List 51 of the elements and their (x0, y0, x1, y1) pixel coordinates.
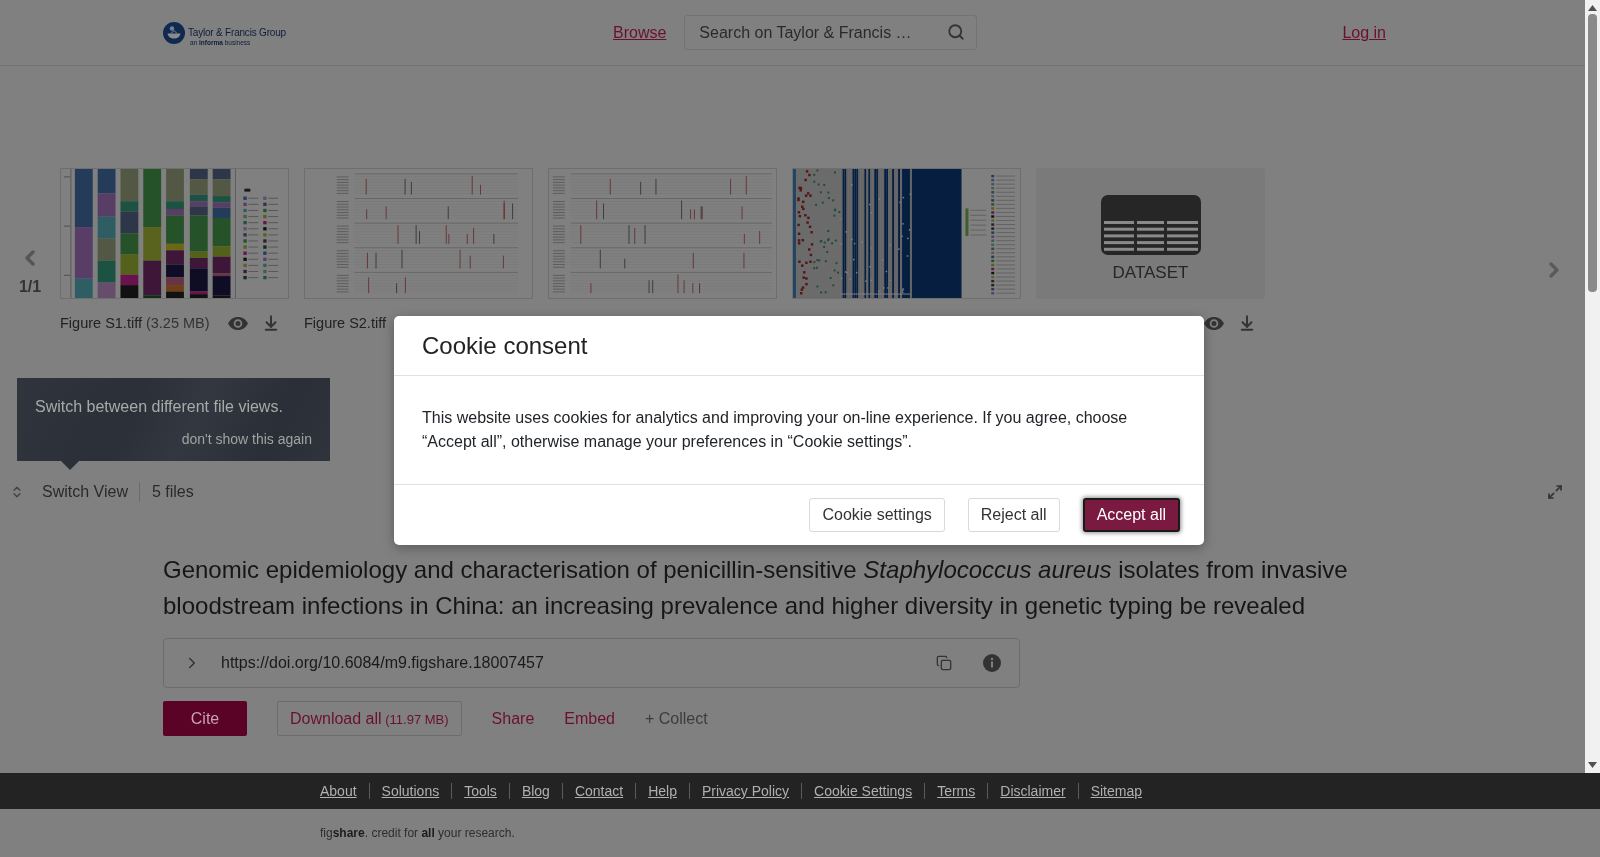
dialog-title: Cookie consent (422, 331, 588, 360)
copy-icon[interactable] (936, 655, 952, 671)
switch-view-button[interactable]: Switch View (42, 483, 128, 501)
file-name[interactable]: Figure S1.tiff (60, 315, 142, 331)
tooltip-text: Switch between different file views. (35, 397, 284, 417)
search-icon[interactable] (947, 23, 966, 41)
file-name[interactable]: Figure S2.tiff (304, 315, 386, 331)
footer-tagline: figshare. credit for all your research. (320, 826, 515, 840)
doi-link[interactable]: https://doi.org/10.6084/m9.figshare.18007457 (221, 654, 544, 672)
logo-name: Taylor & Francis Group (188, 26, 286, 39)
footer-link[interactable]: Contact (574, 783, 624, 799)
line-plot-thumbnail[interactable] (304, 168, 533, 299)
footer-link[interactable]: Privacy Policy (701, 783, 790, 799)
emblem-icon (163, 21, 185, 44)
dataset-label: DATASET (1112, 263, 1189, 283)
eye-icon[interactable] (228, 316, 248, 330)
info-icon[interactable] (983, 654, 1001, 672)
file-count: 5 files (151, 483, 194, 501)
scrollbar[interactable] (1585, 0, 1600, 773)
line-plot-thumbnail[interactable] (548, 168, 777, 299)
article-title: Genomic epidemiology and characterisation of penicillin-sensitive Staphylococcus aureus isolates from invasive bloodstream infections in China: an increasing prevalence and higher diversity in genetic typing be revealed (163, 555, 1349, 621)
cite-button[interactable]: Cite (163, 701, 247, 736)
scrollbar-thumb[interactable] (1588, 14, 1597, 292)
footer-link[interactable]: About (320, 783, 357, 799)
download-icon[interactable] (262, 314, 280, 332)
footer-link[interactable]: Disclaimer (1000, 783, 1066, 799)
eye-icon[interactable] (1204, 316, 1224, 330)
download-icon[interactable] (1238, 314, 1256, 332)
footer-link[interactable]: Solutions (381, 783, 440, 799)
footer-link[interactable]: Sitemap (1090, 783, 1142, 799)
scroll-down-icon[interactable] (1588, 762, 1597, 768)
accept-all-button[interactable]: Accept all (1082, 498, 1180, 532)
search-field[interactable]: Search on Taylor & Francis … (684, 15, 978, 50)
bar-chart-thumbnail[interactable] (60, 168, 289, 299)
reject-all-button[interactable]: Reject all (967, 498, 1060, 532)
footer-link[interactable]: Cookie Settings (814, 783, 913, 799)
footer-link[interactable]: Help (648, 783, 677, 799)
footer-link[interactable]: Blog (521, 783, 550, 799)
dialog-text: This website uses cookies for analytics and improving your on-line experience. If you agree, choose “Accept all”, otherwise manage your preferences in “Cookie settings”. (421, 408, 1129, 452)
file-size: (3.25 MB) (145, 315, 210, 331)
footer-link[interactable]: Terms (937, 783, 976, 799)
footer-link[interactable]: Tools (464, 783, 497, 799)
heatmap-thumbnail[interactable] (792, 168, 1021, 299)
switch-view-icon[interactable] (10, 485, 24, 499)
dismiss-link[interactable]: don't show this again (181, 430, 312, 448)
scroll-up-icon[interactable] (1588, 5, 1597, 11)
dataset-thumbnail[interactable]: DATASET (1036, 168, 1265, 299)
cookie-settings-button[interactable]: Cookie settings (809, 498, 945, 532)
table-icon (1100, 195, 1201, 255)
page-indicator: 1/1 (18, 278, 42, 296)
expand-icon[interactable] (1547, 484, 1563, 500)
